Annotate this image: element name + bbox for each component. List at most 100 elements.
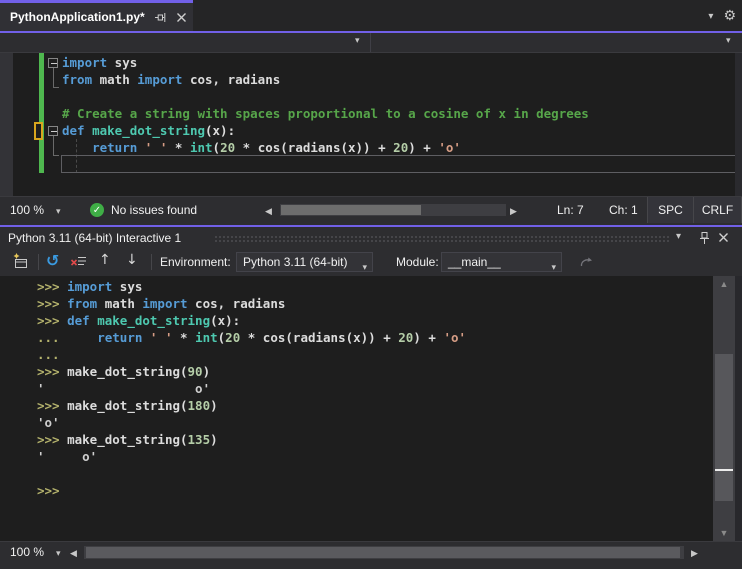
console-line: ' o' xyxy=(37,448,466,465)
token: make_dot_string xyxy=(92,123,205,138)
console-line: >>> from math import cos, radians xyxy=(37,295,466,312)
clear-screen-icon[interactable] xyxy=(70,254,87,270)
token: sys xyxy=(112,279,143,294)
drag-grip[interactable] xyxy=(214,235,669,243)
chevron-down-icon[interactable]: ▾ xyxy=(355,36,360,46)
token: ) xyxy=(210,432,218,447)
environment-dropdown[interactable]: Python 3.11 (64-bit) ▾ xyxy=(236,252,373,272)
editor-status-bar: 100 % ▾ ✓ No issues found ◀ ▶ Ln: 7 Ch: … xyxy=(0,196,742,223)
token: cos, radians xyxy=(182,72,281,87)
module-dropdown[interactable]: __main__ ▾ xyxy=(441,252,562,272)
scroll-up-icon[interactable]: ▲ xyxy=(713,279,735,289)
zoom-dropdown-icon[interactable]: ▾ xyxy=(56,548,61,559)
token: (x): xyxy=(210,313,241,328)
token: def xyxy=(62,123,85,138)
scroll-right-icon[interactable]: ▶ xyxy=(510,206,517,217)
scroll-left-icon[interactable]: ◀ xyxy=(265,206,272,217)
console-line: ... xyxy=(37,346,466,363)
zoom-dropdown-icon[interactable]: ▾ xyxy=(56,206,61,217)
window-list-chevron-icon[interactable]: ▾ xyxy=(708,11,713,22)
fold-collapse-icon[interactable] xyxy=(48,58,58,68)
history-next-icon[interactable]: ↓ xyxy=(126,252,138,268)
toolbar-separator xyxy=(38,254,39,270)
editor-code-line: return ' ' * int(20 * cos(radians(x)) + … xyxy=(62,139,734,156)
editor-vertical-scrollbar[interactable] xyxy=(735,53,742,196)
token: return xyxy=(92,140,138,155)
token: * cos(radians(x)) + xyxy=(235,140,394,155)
fold-collapse-icon[interactable] xyxy=(48,126,58,136)
scroll-down-icon[interactable]: ▼ xyxy=(713,528,735,538)
scrollbar-thumb[interactable] xyxy=(86,547,680,558)
console-line: >>> xyxy=(37,482,466,499)
zoom-level[interactable]: 100 % xyxy=(10,203,44,217)
close-icon[interactable] xyxy=(176,12,187,23)
window-position-chevron-icon[interactable]: ▾ xyxy=(676,231,681,242)
scrollbar-thumb[interactable] xyxy=(281,205,421,215)
environment-label: Environment: xyxy=(160,255,231,269)
token: 90 xyxy=(187,364,203,379)
environment-settings-icon[interactable] xyxy=(12,253,29,270)
chevron-down-icon: ▾ xyxy=(551,262,556,272)
console-horizontal-scrollbar[interactable] xyxy=(84,546,684,559)
reset-icon[interactable]: ↺ xyxy=(46,251,59,270)
token: def xyxy=(67,313,90,328)
breakpoint-margin[interactable] xyxy=(0,53,13,196)
interactive-console[interactable]: >>> import sys >>> from math import cos, … xyxy=(0,276,742,541)
token: sys xyxy=(107,55,138,70)
zoom-level[interactable]: 100 % xyxy=(10,545,44,559)
token: # Create a string with spaces proportion… xyxy=(62,106,589,121)
indent-mode-label: SPC xyxy=(658,203,683,217)
pin-icon[interactable] xyxy=(698,231,711,245)
column-indicator[interactable]: Ch: 1 xyxy=(609,203,638,217)
close-icon[interactable] xyxy=(718,232,729,243)
navbar-members-dropdown[interactable] xyxy=(371,33,742,52)
fold-outline-bracket xyxy=(53,68,59,88)
token: ' ' xyxy=(149,330,173,345)
history-previous-icon[interactable]: ↑ xyxy=(99,252,111,268)
token: ' o' xyxy=(37,381,211,396)
no-issues-check-icon: ✓ xyxy=(90,203,104,217)
console-vertical-scrollbar[interactable]: ▲ ▼ xyxy=(713,276,735,541)
current-line-highlight xyxy=(61,155,736,173)
scroll-right-icon[interactable]: ▶ xyxy=(691,548,698,559)
token: return xyxy=(97,330,143,345)
console-line: >>> make_dot_string(135) xyxy=(37,431,466,448)
interactive-title: Python 3.11 (64-bit) Interactive 1 xyxy=(8,231,182,245)
chevron-down-icon[interactable]: ▾ xyxy=(726,36,731,46)
editor-code-line: import sys xyxy=(62,54,734,71)
line-ending-cell[interactable]: CRLF xyxy=(693,197,742,223)
token: >>> xyxy=(37,398,68,413)
console-output-area[interactable]: >>> import sys >>> from math import cos, … xyxy=(37,278,466,499)
console-line: >>> make_dot_string(90) xyxy=(37,363,466,380)
console-line: ' o' xyxy=(37,380,466,397)
environment-value: Python 3.11 (64-bit) xyxy=(243,255,348,269)
token: int xyxy=(195,330,218,345)
code-editor[interactable]: import sys from math import cos, radians #… xyxy=(0,53,742,196)
token: ) xyxy=(210,398,218,413)
interactive-toolbar: ↺ ↑ ↓ Environment: Python 3.11 (64-bit) … xyxy=(0,248,742,276)
fold-outline-bracket xyxy=(53,136,59,156)
token: 'o' xyxy=(37,415,60,430)
token: 20 xyxy=(225,330,241,345)
token: make_dot_string xyxy=(97,313,211,328)
curved-arrow-icon[interactable] xyxy=(578,253,595,270)
tab-title: PythonApplication1.py* xyxy=(10,10,145,24)
check-glyph: ✓ xyxy=(92,204,102,216)
line-indicator[interactable]: Ln: 7 xyxy=(557,203,584,217)
editor-horizontal-scrollbar[interactable] xyxy=(280,204,506,216)
tab-pythonapplication1[interactable]: PythonApplication1.py* xyxy=(0,0,193,31)
issues-status[interactable]: No issues found xyxy=(111,203,197,217)
scroll-left-icon[interactable]: ◀ xyxy=(70,548,77,559)
indent-mode-cell[interactable]: SPC xyxy=(647,197,693,223)
caret-position-marker xyxy=(715,469,733,471)
interactive-title-bar[interactable]: Python 3.11 (64-bit) Interactive 1 ▾ xyxy=(0,225,742,248)
gear-icon[interactable]: ⚙ xyxy=(723,8,736,24)
token: 20 xyxy=(220,140,236,155)
scrollbar-thumb[interactable] xyxy=(715,354,733,501)
pin-icon[interactable] xyxy=(154,11,167,24)
token: * xyxy=(167,140,190,155)
navbar-types-dropdown[interactable] xyxy=(0,33,370,52)
